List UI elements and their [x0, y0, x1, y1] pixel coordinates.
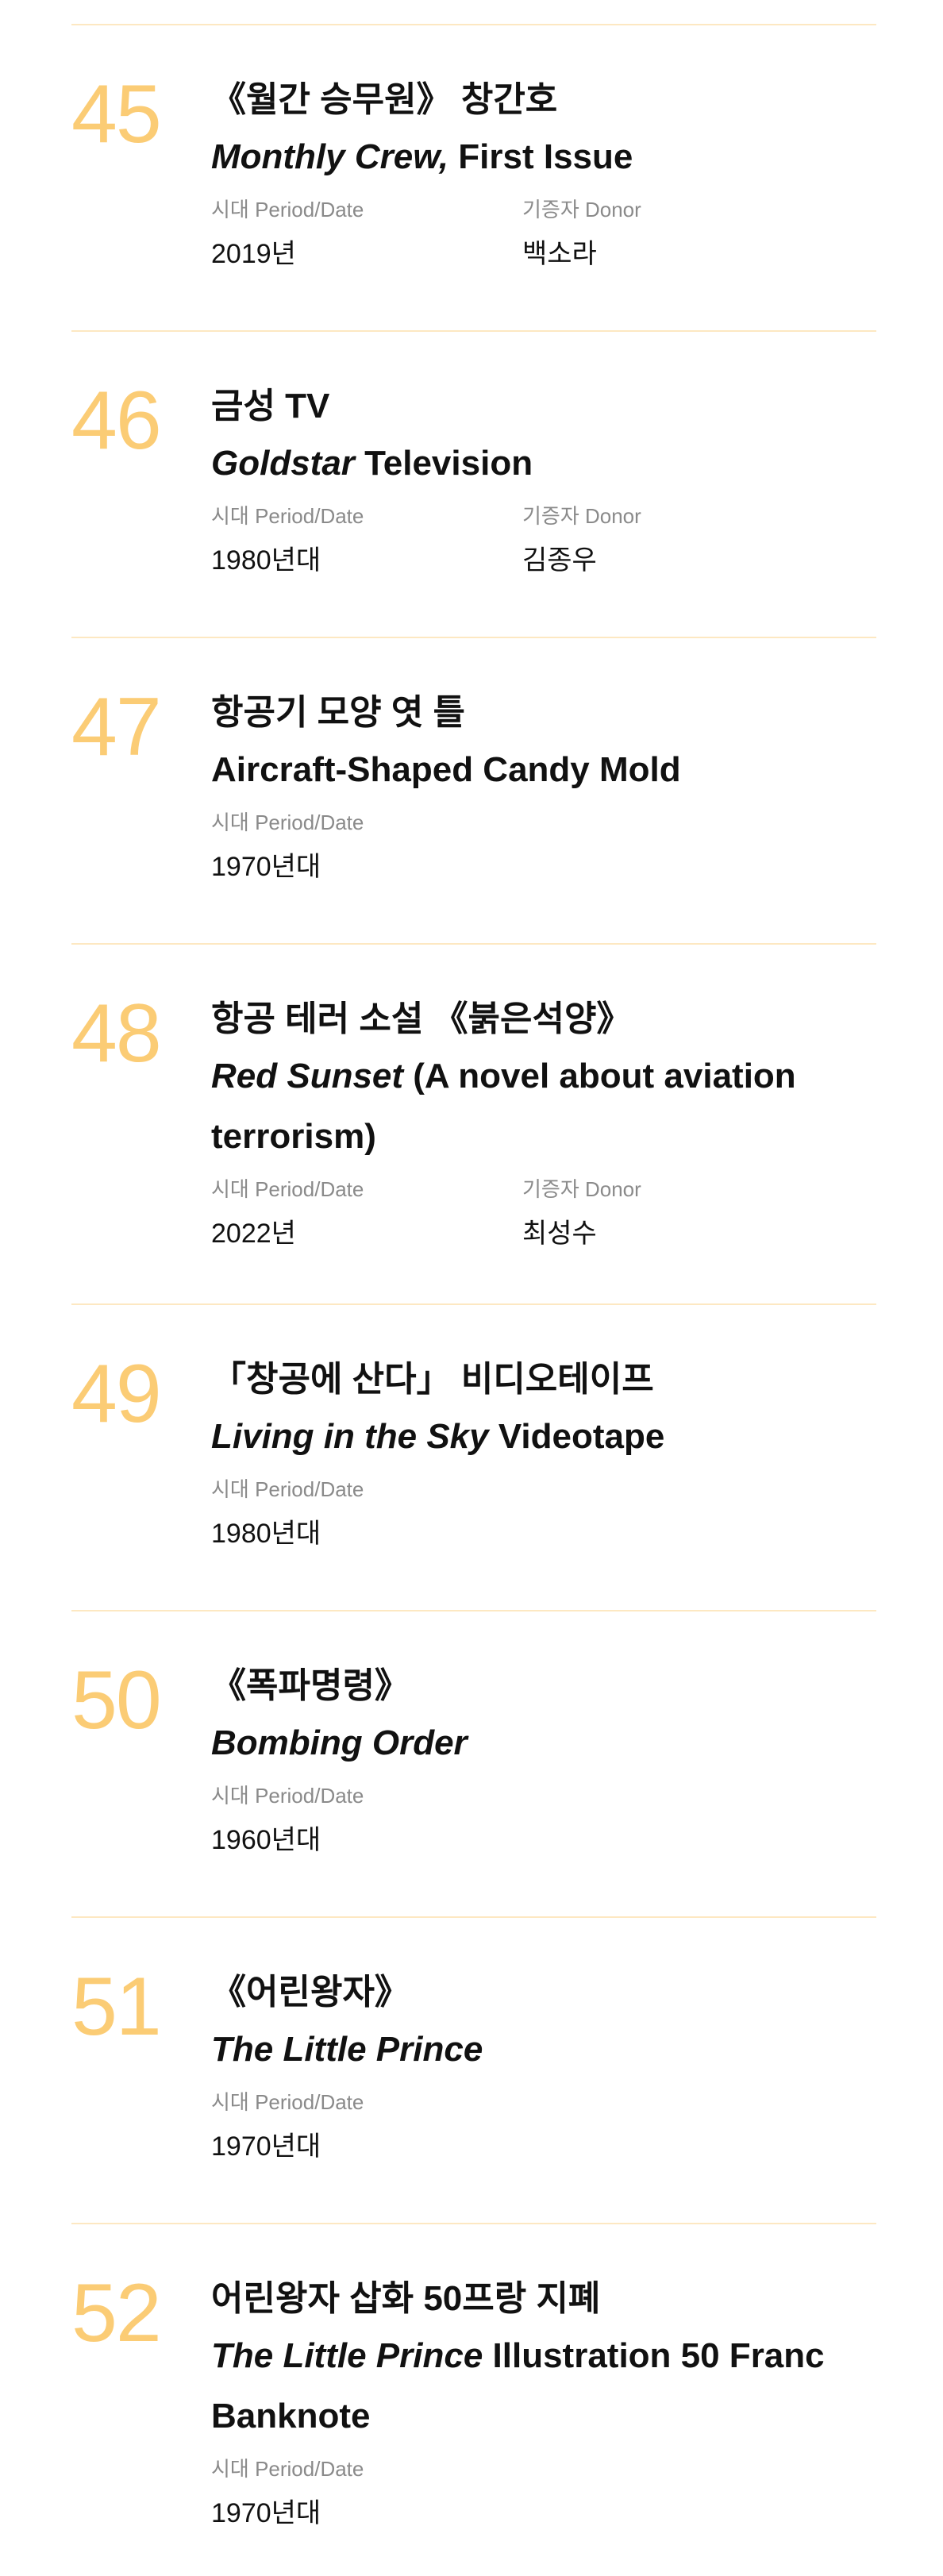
period-value: 2022년 — [211, 1219, 296, 1249]
item-title-ko: 금성 TV — [211, 387, 330, 425]
item-meta: 시대 Period/Date 2022년 기증자 Donor 최성수 — [211, 1173, 876, 1256]
item-number: 47 — [71, 681, 162, 773]
item-title-en-italic: Bombing Order — [211, 1723, 468, 1762]
item-meta: 시대 Period/Date 1980년대 — [211, 1473, 876, 1556]
item-meta: 시대 Period/Date 1960년대 — [211, 1780, 876, 1862]
item-number: 45 — [71, 68, 162, 160]
item-title-en: Aircraft-Shaped Candy Mold — [211, 740, 876, 800]
period-label: 시대 Period/Date — [211, 504, 364, 528]
item-number: 48 — [71, 988, 162, 1080]
period-label: 시대 Period/Date — [211, 1177, 364, 1201]
item-title-ko: 어린왕자 삽화 50프랑 지폐 — [211, 2279, 601, 2318]
donor-label: 기증자 Donor — [522, 504, 641, 528]
item-number: 51 — [71, 1961, 162, 2053]
period-col: 시대 Period/Date 1970년대 — [211, 807, 522, 889]
period-col: 시대 Period/Date 1960년대 — [211, 1780, 522, 1862]
item-title-en: Goldstar Television — [211, 433, 876, 494]
list-item: 48 항공 테러 소설 《붉은석양》 Red Sunset (A novel a… — [71, 945, 876, 1305]
item-title-en-italic: The Little Prince — [211, 2030, 483, 2069]
item-number: 52 — [71, 2267, 162, 2359]
list-item: 45 《월간 승무원》 창간호 Monthly Crew, First Issu… — [71, 25, 876, 332]
item-title-en: The Little Prince Illustration 50 Franc … — [211, 2326, 876, 2447]
donor-label: 기증자 Donor — [522, 1177, 641, 1201]
period-value: 1970년대 — [211, 2498, 321, 2528]
item-body: 《어린왕자》 The Little Prince 시대 Period/Date … — [211, 1966, 876, 2169]
list-item: 51 《어린왕자》 The Little Prince 시대 Period/Da… — [71, 1918, 876, 2224]
item-title-ko: 항공 테러 소설 《붉은석양》 — [211, 999, 632, 1038]
item-title-en: The Little Prince — [211, 2020, 876, 2080]
donor-label: 기증자 Donor — [522, 198, 641, 221]
period-col: 시대 Period/Date 1980년대 — [211, 500, 522, 583]
list-item: 49 「창공에 산다」 비디오테이프 Living in the Sky Vid… — [71, 1305, 876, 1611]
item-title-en-italic: Living in the Sky — [211, 1417, 489, 1456]
period-col: 시대 Period/Date 2019년 — [211, 194, 522, 276]
list-item: 50 《폭파명령》 Bombing Order 시대 Period/Date 1… — [71, 1611, 876, 1918]
item-title-en-italic: Red Sunset — [211, 1057, 404, 1095]
period-col: 시대 Period/Date 1970년대 — [211, 2453, 522, 2536]
item-title-ko: 《폭파명령》 — [211, 1666, 410, 1705]
item-title-ko: 항공기 모양 엿 틀 — [211, 693, 466, 732]
item-body: 항공 테러 소설 《붉은석양》 Red Sunset (A novel abou… — [211, 992, 876, 1256]
item-title-ko: 《어린왕자》 — [211, 1973, 410, 2012]
item-title-ko: 《월간 승무원》 창간호 — [211, 80, 558, 119]
item-body: 금성 TV Goldstar Television 시대 Period/Date… — [211, 379, 876, 583]
period-col: 시대 Period/Date 2022년 — [211, 1173, 522, 1256]
list-item: 52 어린왕자 삽화 50프랑 지폐 The Little Prince Ill… — [71, 2224, 876, 2574]
item-body: 어린왕자 삽화 50프랑 지폐 The Little Prince Illust… — [211, 2272, 876, 2536]
period-col: 시대 Period/Date 1970년대 — [211, 2086, 522, 2169]
list-item: 47 항공기 모양 엿 틀 Aircraft-Shaped Candy Mold… — [71, 638, 876, 945]
item-title-ko: 「창공에 산다」 비디오테이프 — [211, 1360, 654, 1399]
item-title-en-italic: Monthly Crew, — [211, 137, 449, 176]
period-value: 1980년대 — [211, 1519, 321, 1549]
period-value: 2019년 — [211, 239, 296, 269]
period-value: 1960년대 — [211, 1825, 321, 1855]
item-title-en-rest: Aircraft-Shaped Candy Mold — [211, 750, 681, 789]
item-number: 50 — [71, 1654, 162, 1746]
period-value: 1970년대 — [211, 2131, 321, 2162]
item-meta: 시대 Period/Date 1980년대 기증자 Donor 김종우 — [211, 500, 876, 583]
period-label: 시대 Period/Date — [211, 2457, 364, 2481]
item-body: 「창공에 산다」 비디오테이프 Living in the Sky Videot… — [211, 1353, 876, 1556]
item-title-en: Red Sunset (A novel about aviation terro… — [211, 1046, 876, 1167]
item-meta: 시대 Period/Date 1970년대 — [211, 2453, 876, 2536]
item-title-en: Bombing Order — [211, 1713, 876, 1773]
item-meta: 시대 Period/Date 2019년 기증자 Donor 백소라 — [211, 194, 876, 276]
item-title-en-rest: Television — [354, 444, 533, 483]
item-title-en-italic: The Little Prince — [211, 2336, 483, 2375]
donor-col: 기증자 Donor 백소라 — [522, 194, 833, 276]
donor-col: 기증자 Donor 김종우 — [522, 500, 833, 583]
period-value: 1970년대 — [211, 852, 321, 882]
item-body: 항공기 모양 엿 틀 Aircraft-Shaped Candy Mold 시대… — [211, 686, 876, 889]
item-title-en-rest: First Issue — [448, 137, 633, 176]
item-meta: 시대 Period/Date 1970년대 — [211, 2086, 876, 2169]
item-number: 46 — [71, 375, 162, 467]
period-label: 시대 Period/Date — [211, 1477, 364, 1501]
item-meta: 시대 Period/Date 1970년대 — [211, 807, 876, 889]
item-title-en-italic: Goldstar — [211, 444, 355, 483]
donor-value: 김종우 — [522, 545, 597, 576]
period-value: 1980년대 — [211, 545, 321, 576]
item-title-en: Monthly Crew, First Issue — [211, 127, 876, 187]
donor-value: 백소라 — [522, 239, 597, 269]
item-body: 《폭파명령》 Bombing Order 시대 Period/Date 1960… — [211, 1659, 876, 1862]
list-item: 46 금성 TV Goldstar Television 시대 Period/D… — [71, 332, 876, 638]
donor-value: 최성수 — [522, 1219, 597, 1249]
period-label: 시대 Period/Date — [211, 198, 364, 221]
donor-col: 기증자 Donor 최성수 — [522, 1173, 833, 1256]
item-title-en: Living in the Sky Videotape — [211, 1407, 876, 1467]
collection-list: 45 《월간 승무원》 창간호 Monthly Crew, First Issu… — [71, 24, 876, 2574]
period-label: 시대 Period/Date — [211, 1784, 364, 1808]
period-label: 시대 Period/Date — [211, 2090, 364, 2114]
item-body: 《월간 승무원》 창간호 Monthly Crew, First Issue 시… — [211, 73, 876, 276]
item-title-en-rest: Videotape — [488, 1417, 665, 1456]
period-label: 시대 Period/Date — [211, 811, 364, 834]
item-number: 49 — [71, 1348, 162, 1440]
period-col: 시대 Period/Date 1980년대 — [211, 1473, 522, 1556]
